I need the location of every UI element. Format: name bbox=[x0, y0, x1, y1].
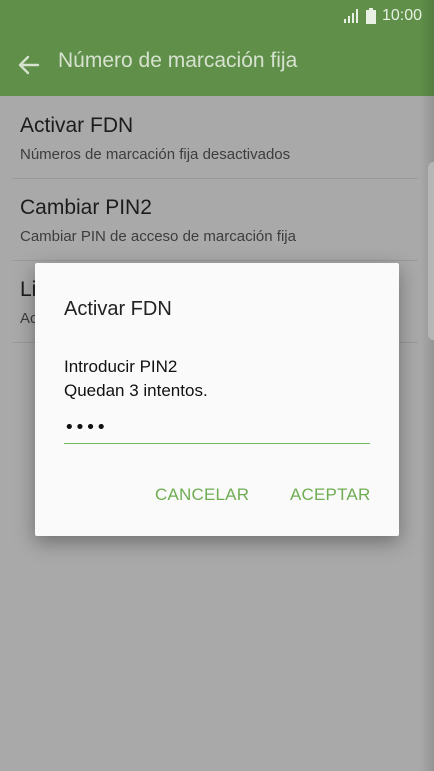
dialog-message-line2: Quedan 3 intentos. bbox=[64, 381, 208, 400]
screen-edge bbox=[420, 0, 434, 771]
pin-dialog: Activar FDN Introducir PIN2 Quedan 3 int… bbox=[35, 263, 399, 536]
list-item-subtitle: Cambiar PIN de acceso de marcación fija bbox=[20, 228, 296, 245]
app-bar: Número de marcación fija bbox=[0, 32, 434, 96]
list-item-activar-fdn[interactable]: Activar FDN Números de marcación fija de… bbox=[0, 96, 418, 178]
status-bar: 10:00 bbox=[0, 0, 434, 32]
list-item-title: Activar FDN bbox=[20, 114, 134, 137]
accept-button[interactable]: ACEPTAR bbox=[290, 485, 370, 505]
list-item-subtitle: Números de marcación fija desactivados bbox=[20, 146, 291, 163]
arrow-left-icon[interactable] bbox=[14, 50, 44, 80]
edge-panel-handle[interactable] bbox=[427, 162, 434, 340]
status-icons: 10:00 bbox=[343, 6, 422, 26]
battery-icon bbox=[365, 8, 376, 24]
pin2-input[interactable] bbox=[64, 411, 370, 444]
dialog-message: Introducir PIN2 Quedan 3 intentos. bbox=[64, 355, 208, 403]
signal-icon bbox=[343, 9, 358, 23]
list-item-title: Cambiar PIN2 bbox=[20, 196, 152, 219]
dialog-title: Activar FDN bbox=[64, 298, 172, 320]
status-time: 10:00 bbox=[381, 7, 422, 24]
list-item-cambiar-pin2[interactable]: Cambiar PIN2 Cambiar PIN de acceso de ma… bbox=[0, 178, 418, 260]
cancel-button[interactable]: CANCELAR bbox=[155, 485, 249, 505]
dialog-message-line1: Introducir PIN2 bbox=[64, 357, 178, 376]
list-item-title: Li bbox=[20, 278, 37, 301]
page-title: Número de marcación fija bbox=[58, 49, 298, 72]
